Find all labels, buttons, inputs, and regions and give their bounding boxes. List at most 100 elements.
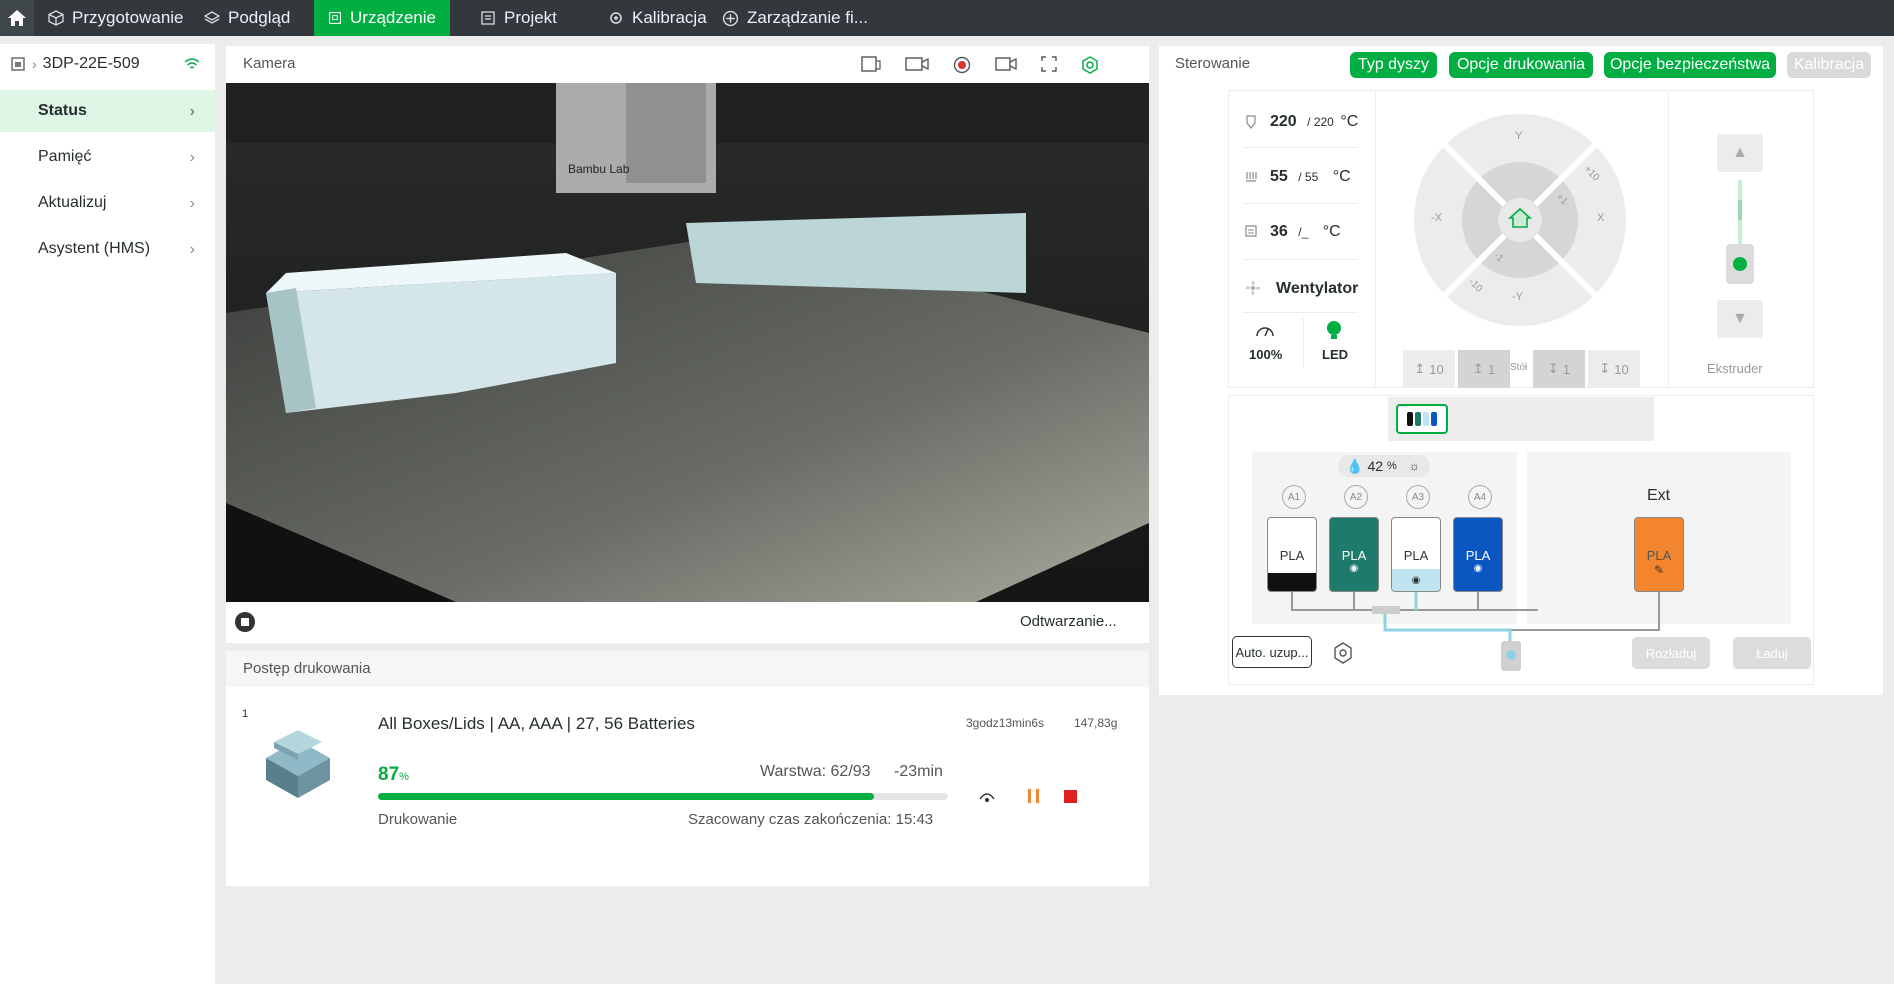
filament-icon <box>722 10 739 26</box>
cube-icon <box>48 10 64 26</box>
bed-up-1-button[interactable]: ↥ 1 <box>1458 350 1510 388</box>
ams-mini-spools-icon <box>1407 412 1437 426</box>
sidebar-item-update[interactable]: Aktualizuj › <box>0 182 215 224</box>
sidebar-item-label: Pamięć <box>38 148 92 165</box>
fullscreen-icon[interactable] <box>1040 55 1058 73</box>
progress-percent-value: 87 <box>378 764 400 785</box>
speed-adjust-icon[interactable] <box>978 789 996 805</box>
tab-filament-management[interactable]: Zarządzanie fi... <box>708 0 882 36</box>
triangle-down-icon: ▼ <box>1732 310 1748 327</box>
print-options-button[interactable]: Opcje drukowania <box>1449 52 1593 78</box>
load-button[interactable]: Ładuj <box>1733 637 1811 669</box>
device-icon <box>11 57 25 71</box>
bed-up-10-button[interactable]: ↥ 10 <box>1403 350 1455 388</box>
bed-heat-icon <box>1246 172 1257 182</box>
ams-slot-a2[interactable]: PLA ◉ <box>1329 517 1379 592</box>
filament-weight: 147,83g <box>1074 716 1118 730</box>
print-speed[interactable]: 100% <box>1249 347 1282 362</box>
camera-title: Kamera <box>243 55 296 72</box>
layer-counter: Warstwa: 62/93 <box>760 763 871 780</box>
unload-button[interactable]: Rozładuj <box>1632 637 1710 669</box>
tab-project[interactable]: Projekt <box>466 0 571 36</box>
tab-device-label: Urządzenie <box>350 8 436 27</box>
tab-preview-label: Podgląd <box>228 8 291 27</box>
fan-button[interactable]: Wentylator <box>1276 280 1358 298</box>
arrow-up-icon: ↥ <box>1414 361 1426 376</box>
home-button[interactable] <box>0 0 34 36</box>
progress-percent-unit: % <box>399 771 409 783</box>
bed-temp[interactable]: 55 / 55 °C <box>1270 168 1351 186</box>
jog-y-minus[interactable]: -Y <box>1512 291 1523 303</box>
home-icon <box>8 10 26 26</box>
external-spool[interactable]: PLA ✎ <box>1634 517 1684 592</box>
jog-y-plus[interactable]: Y <box>1515 130 1522 142</box>
fan-icon <box>1245 280 1261 296</box>
auto-refill-button[interactable]: Auto. uzup... <box>1232 636 1312 668</box>
slot-material: PLA <box>1403 548 1429 563</box>
job-thumbnail <box>266 730 330 798</box>
tab-device[interactable]: Urządzenie <box>314 0 450 36</box>
ams-slot-a4[interactable]: PLA ◉ <box>1453 517 1503 592</box>
sidebar-item-label: Aktualizuj <box>38 194 107 211</box>
bed-down-10-button[interactable]: ↧ 10 <box>1588 350 1640 388</box>
led-toggle[interactable]: LED <box>1322 347 1348 362</box>
jog-x-plus[interactable]: X <box>1597 212 1604 224</box>
chevron-right-icon: › <box>32 56 37 72</box>
slot-label-a1: A1 <box>1282 485 1306 509</box>
chevron-right-icon: › <box>189 241 195 258</box>
nozzle-temp-target: / 220 <box>1307 115 1334 129</box>
slot-material: PLA <box>1279 548 1305 563</box>
eye-icon: ◉ <box>1392 569 1440 591</box>
stop-playback-button[interactable] <box>235 612 255 632</box>
timelapse-icon[interactable] <box>904 55 930 73</box>
ams-unit-tab[interactable] <box>1396 404 1448 434</box>
ams-slot-a1[interactable]: PLA <box>1267 517 1317 592</box>
camera-settings-icon[interactable] <box>1080 55 1100 75</box>
progress-bar <box>378 793 948 800</box>
extruder-up-button[interactable]: ▲ <box>1717 134 1763 172</box>
eye-icon: ◉ <box>1349 563 1359 574</box>
device-selector[interactable]: › 3DP-22E-509 <box>10 52 210 76</box>
extruder-down-button[interactable]: ▼ <box>1717 300 1763 338</box>
stop-print-button[interactable] <box>1064 790 1077 803</box>
pause-button[interactable] <box>1028 789 1044 803</box>
bed-temp-target: / 55 <box>1298 170 1319 184</box>
device-name: 3DP-22E-509 <box>42 55 140 72</box>
stop-icon <box>241 618 249 626</box>
safety-options-button[interactable]: Opcje bezpieczeństwa <box>1604 52 1776 78</box>
bed-up-1-label: 1 <box>1487 361 1496 377</box>
ams-humidity[interactable]: 💧 42% ☼ <box>1338 455 1430 477</box>
job-name: All Boxes/Lids | AA, AAA | 27, 56 Batter… <box>378 714 695 733</box>
tab-calibration[interactable]: Kalibracja <box>594 0 721 36</box>
sidebar-item-status[interactable]: Status › <box>0 90 215 132</box>
chamber-temp: 36 /_ °C <box>1270 223 1341 241</box>
nozzle-type-button[interactable]: Typ dyszy <box>1350 52 1437 78</box>
camera-toolbar <box>860 55 1100 75</box>
home-axes-icon[interactable] <box>1507 206 1533 230</box>
video-camera-icon[interactable] <box>994 55 1018 73</box>
bed-temp-unit: °C <box>1332 168 1351 185</box>
calibration-button[interactable]: Kalibracja <box>1787 52 1871 78</box>
nozzle-icon <box>1246 115 1256 129</box>
bed-down-1-button[interactable]: ↧ 1 <box>1533 350 1585 388</box>
led-bulb-icon <box>1327 321 1341 339</box>
sidebar: › 3DP-22E-509 Status › Pamięć › Aktualiz… <box>0 44 215 984</box>
ext-material: PLA <box>1646 548 1672 563</box>
sidebar-item-storage[interactable]: Pamięć › <box>0 136 215 178</box>
jog-x-minus[interactable]: -X <box>1431 212 1442 224</box>
tab-prepare[interactable]: Przygotowanie <box>34 0 198 36</box>
ams-settings-icon[interactable] <box>1332 641 1358 665</box>
sidebar-item-hms[interactable]: Asystent (HMS) › <box>0 228 215 270</box>
chamber-icon <box>1245 225 1257 237</box>
progress-title: Postęp drukowania <box>243 660 371 677</box>
ams-slot-a3[interactable]: PLA ◉ <box>1391 517 1441 592</box>
pause-icon <box>1028 789 1039 803</box>
remaining-time: -23min <box>894 763 943 780</box>
nozzle-temp[interactable]: 220 / 220 °C <box>1270 113 1358 131</box>
tab-preview[interactable]: Podgląd <box>190 0 304 36</box>
record-icon[interactable] <box>952 55 972 75</box>
slot-material: PLA <box>1465 548 1491 563</box>
sd-card-icon[interactable] <box>860 55 882 73</box>
slot-label-a2: A2 <box>1344 485 1368 509</box>
plate-number: 1 <box>242 708 249 720</box>
